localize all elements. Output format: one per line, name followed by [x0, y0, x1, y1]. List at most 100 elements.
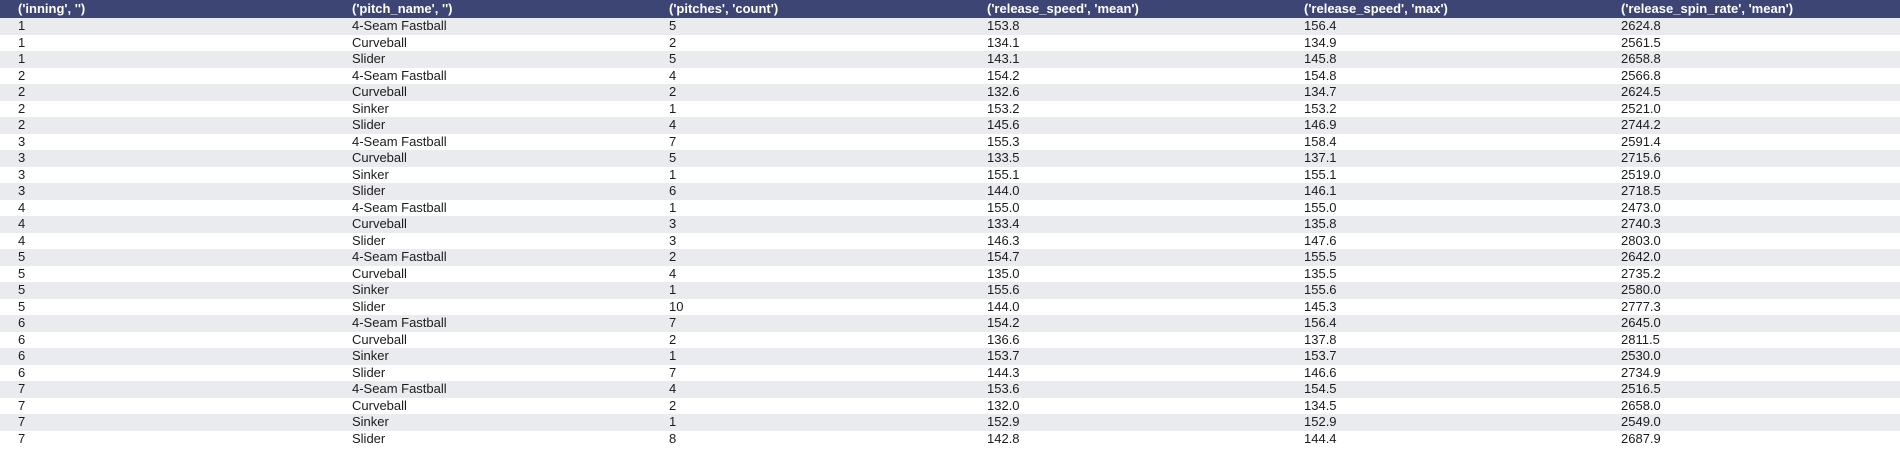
cell-pitches-count: 5 [651, 150, 969, 167]
cell-inning: 7 [0, 397, 334, 414]
cell-release-spin-rate-mean: 2519.0 [1603, 166, 1900, 183]
cell-release-speed-mean: 145.6 [969, 117, 1286, 134]
cell-release-spin-rate-mean: 2516.5 [1603, 381, 1900, 398]
table-row: 4 4-Seam Fastball 1 155.0 155.0 2473.0 [0, 199, 1900, 216]
cell-pitch-name: Slider [334, 183, 651, 200]
cell-release-speed-max: 135.8 [1286, 216, 1603, 233]
cell-release-speed-mean: 155.0 [969, 199, 1286, 216]
cell-release-speed-mean: 152.9 [969, 414, 1286, 431]
cell-release-speed-max: 146.1 [1286, 183, 1603, 200]
cell-pitches-count: 5 [651, 18, 969, 35]
table-row: 6 Curveball 2 136.6 137.8 2811.5 [0, 331, 1900, 348]
cell-pitches-count: 3 [651, 216, 969, 233]
cell-release-speed-mean: 136.6 [969, 331, 1286, 348]
table-row: 2 Slider 4 145.6 146.9 2744.2 [0, 117, 1900, 134]
column-header-release-speed-mean: ('release_speed', 'mean') [969, 0, 1286, 18]
cell-inning: 5 [0, 298, 334, 315]
cell-release-spin-rate-mean: 2624.5 [1603, 84, 1900, 101]
cell-release-spin-rate-mean: 2658.8 [1603, 51, 1900, 68]
cell-inning: 5 [0, 249, 334, 266]
cell-release-speed-mean: 155.6 [969, 282, 1286, 299]
cell-release-speed-max: 134.9 [1286, 34, 1603, 51]
cell-inning: 5 [0, 265, 334, 282]
table-row: 5 4-Seam Fastball 2 154.7 155.5 2642.0 [0, 249, 1900, 266]
data-table-container: ('inning', '') ('pitch_name', '') ('pitc… [0, 0, 1900, 450]
cell-release-spin-rate-mean: 2715.6 [1603, 150, 1900, 167]
cell-release-speed-mean: 153.6 [969, 381, 1286, 398]
cell-pitches-count: 7 [651, 364, 969, 381]
cell-release-speed-max: 137.1 [1286, 150, 1603, 167]
cell-release-speed-max: 145.8 [1286, 51, 1603, 68]
cell-release-speed-mean: 154.7 [969, 249, 1286, 266]
cell-pitches-count: 4 [651, 265, 969, 282]
cell-inning: 1 [0, 51, 334, 68]
cell-pitch-name: Slider [334, 364, 651, 381]
cell-release-spin-rate-mean: 2580.0 [1603, 282, 1900, 299]
cell-pitch-name: 4-Seam Fastball [334, 18, 651, 35]
cell-pitch-name: Sinker [334, 282, 651, 299]
column-header-pitch-name: ('pitch_name', '') [334, 0, 651, 18]
table-row: 2 Sinker 1 153.2 153.2 2521.0 [0, 100, 1900, 117]
table-row: 2 Curveball 2 132.6 134.7 2624.5 [0, 84, 1900, 101]
cell-pitch-name: Curveball [334, 397, 651, 414]
cell-inning: 4 [0, 199, 334, 216]
table-row: 7 4-Seam Fastball 4 153.6 154.5 2516.5 [0, 381, 1900, 398]
header-row: ('inning', '') ('pitch_name', '') ('pitc… [0, 0, 1900, 18]
cell-pitch-name: Curveball [334, 84, 651, 101]
cell-inning: 6 [0, 348, 334, 365]
cell-pitch-name: Sinker [334, 166, 651, 183]
cell-pitch-name: 4-Seam Fastball [334, 199, 651, 216]
cell-release-speed-max: 146.6 [1286, 364, 1603, 381]
cell-release-speed-mean: 135.0 [969, 265, 1286, 282]
cell-pitches-count: 2 [651, 249, 969, 266]
cell-inning: 2 [0, 117, 334, 134]
cell-release-spin-rate-mean: 2777.3 [1603, 298, 1900, 315]
cell-pitch-name: 4-Seam Fastball [334, 133, 651, 150]
cell-inning: 4 [0, 232, 334, 249]
table-row: 7 Curveball 2 132.0 134.5 2658.0 [0, 397, 1900, 414]
cell-release-spin-rate-mean: 2642.0 [1603, 249, 1900, 266]
cell-pitches-count: 2 [651, 34, 969, 51]
cell-release-spin-rate-mean: 2624.8 [1603, 18, 1900, 35]
cell-release-spin-rate-mean: 2591.4 [1603, 133, 1900, 150]
cell-inning: 3 [0, 133, 334, 150]
cell-pitch-name: Curveball [334, 216, 651, 233]
cell-inning: 1 [0, 18, 334, 35]
table-row: 1 Curveball 2 134.1 134.9 2561.5 [0, 34, 1900, 51]
table-row: 6 Sinker 1 153.7 153.7 2530.0 [0, 348, 1900, 365]
cell-release-spin-rate-mean: 2803.0 [1603, 232, 1900, 249]
cell-release-spin-rate-mean: 2744.2 [1603, 117, 1900, 134]
cell-pitches-count: 8 [651, 430, 969, 447]
cell-pitch-name: 4-Seam Fastball [334, 67, 651, 84]
table-row: 7 Sinker 1 152.9 152.9 2549.0 [0, 414, 1900, 431]
cell-pitch-name: Curveball [334, 34, 651, 51]
cell-pitches-count: 1 [651, 414, 969, 431]
table-row: 3 Slider 6 144.0 146.1 2718.5 [0, 183, 1900, 200]
cell-pitch-name: Curveball [334, 265, 651, 282]
cell-release-speed-mean: 153.2 [969, 100, 1286, 117]
cell-release-spin-rate-mean: 2811.5 [1603, 331, 1900, 348]
cell-release-speed-mean: 142.8 [969, 430, 1286, 447]
cell-release-speed-max: 153.7 [1286, 348, 1603, 365]
column-header-inning: ('inning', '') [0, 0, 334, 18]
cell-release-speed-mean: 133.4 [969, 216, 1286, 233]
cell-pitch-name: Sinker [334, 100, 651, 117]
cell-pitches-count: 1 [651, 348, 969, 365]
cell-release-speed-mean: 155.3 [969, 133, 1286, 150]
cell-release-speed-max: 145.3 [1286, 298, 1603, 315]
cell-release-spin-rate-mean: 2735.2 [1603, 265, 1900, 282]
cell-inning: 3 [0, 150, 334, 167]
cell-release-spin-rate-mean: 2549.0 [1603, 414, 1900, 431]
cell-pitch-name: 4-Seam Fastball [334, 249, 651, 266]
cell-release-speed-max: 155.1 [1286, 166, 1603, 183]
table-row: 5 Sinker 1 155.6 155.6 2580.0 [0, 282, 1900, 299]
cell-release-speed-max: 155.0 [1286, 199, 1603, 216]
cell-release-speed-max: 153.2 [1286, 100, 1603, 117]
table-header: ('inning', '') ('pitch_name', '') ('pitc… [0, 0, 1900, 18]
table-row: 1 4-Seam Fastball 5 153.8 156.4 2624.8 [0, 18, 1900, 35]
cell-release-speed-max: 154.5 [1286, 381, 1603, 398]
table-row: 7 Slider 8 142.8 144.4 2687.9 [0, 430, 1900, 447]
cell-release-speed-max: 152.9 [1286, 414, 1603, 431]
cell-release-spin-rate-mean: 2521.0 [1603, 100, 1900, 117]
cell-release-speed-mean: 143.1 [969, 51, 1286, 68]
